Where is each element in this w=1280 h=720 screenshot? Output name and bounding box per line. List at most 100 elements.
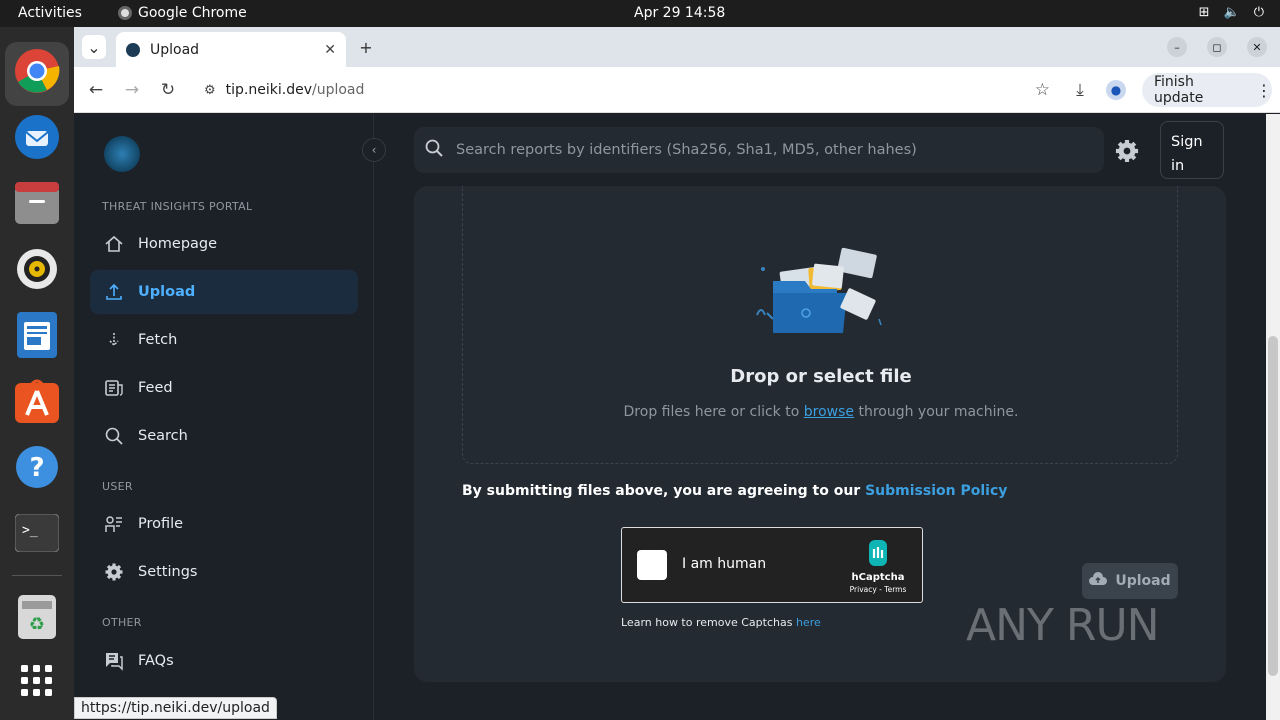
app-center-icon[interactable] [13, 377, 61, 425]
power-icon: ⏻ [1253, 5, 1264, 20]
reload-icon: ↻ [160, 80, 176, 100]
agreement-label: By submitting files above, you are agree… [462, 483, 866, 499]
hcaptcha-logo-icon [869, 540, 887, 566]
section-other: OTHER [102, 616, 142, 629]
svg-text:♻: ♻ [29, 614, 45, 635]
close-icon: ✕ [1252, 40, 1262, 54]
browser-toolbar: ← → ↻ ⚙ tip.neiki.dev/upload ☆ ⤓ ● Finis… [74, 67, 1280, 113]
finish-update-label: Finish update [1154, 74, 1204, 106]
dropzone-hint-text: Drop files here or click to [623, 404, 804, 420]
profile-button[interactable]: ● [1104, 78, 1128, 102]
page-scrollbar[interactable] [1266, 114, 1280, 720]
captcha-help-link[interactable]: here [796, 616, 821, 629]
minimize-icon: – [1174, 40, 1180, 54]
show-apps-icon[interactable] [13, 657, 61, 705]
sidebar-item-fetch[interactable]: Fetch [90, 318, 358, 362]
downloads-button[interactable]: ⤓ [1068, 78, 1092, 102]
watermark: ANY RUN [966, 600, 1160, 651]
sidebar-item-search[interactable]: Search [90, 414, 358, 458]
profile-icon [104, 514, 124, 534]
arrow-left-icon: ← [88, 80, 104, 100]
url-host: tip.neiki.dev [225, 82, 312, 98]
captcha-checkbox[interactable] [637, 550, 667, 580]
tab-search-button[interactable]: ⌄ [82, 35, 106, 59]
system-tray[interactable]: ⊞ 🔈 ⏻ [1199, 5, 1264, 20]
sidebar-item-label: Settings [138, 564, 198, 580]
sidebar-item-homepage[interactable]: Homepage [90, 222, 358, 266]
upload-button[interactable]: Upload [1082, 563, 1178, 599]
cloud-upload-icon [1089, 572, 1108, 590]
status-bar-url: https://tip.neiki.dev/upload [74, 697, 277, 719]
feed-icon [104, 378, 124, 398]
forward-button[interactable]: → [120, 78, 144, 102]
gear-icon [104, 562, 124, 582]
section-portal: THREAT INSIGHTS PORTAL [102, 200, 253, 213]
sidebar-item-profile[interactable]: Profile [90, 502, 358, 546]
hcaptcha-terms[interactable]: Privacy - Terms [846, 585, 910, 594]
sidebar-item-label: Profile [138, 516, 184, 532]
hcaptcha-widget: I am human hCaptcha Privacy - Terms [621, 527, 923, 603]
terminal-icon[interactable]: >_ [13, 509, 61, 557]
submission-policy-link[interactable]: Submission Policy [865, 483, 1007, 499]
close-window-button[interactable]: ✕ [1247, 37, 1267, 57]
minimize-button[interactable]: – [1167, 37, 1187, 57]
sidebar-item-label: Feed [138, 380, 173, 396]
sign-in-button[interactable]: Sign in [1160, 121, 1224, 179]
avatar-icon: ● [1106, 80, 1126, 100]
files-icon[interactable] [13, 179, 61, 227]
maximize-button[interactable]: ◻ [1207, 37, 1227, 57]
chrome-icon[interactable] [13, 47, 61, 95]
tab-upload[interactable]: Upload ✕ [116, 32, 346, 67]
sidebar-item-settings[interactable]: Settings [90, 550, 358, 594]
finish-update-button[interactable]: Finish update ⋮ [1142, 73, 1272, 107]
url-path: /upload [311, 82, 365, 98]
network-icon: ⊞ [1198, 5, 1210, 20]
sidebar-item-upload[interactable]: Upload [90, 270, 358, 314]
site-info-icon[interactable]: ⚙ [204, 83, 216, 98]
svg-text:>_: >_ [22, 523, 38, 538]
download-icon: ⤓ [1076, 80, 1084, 100]
scrollbar-thumb[interactable] [1268, 336, 1278, 676]
settings-gear-button[interactable] [1114, 138, 1140, 168]
system-top-bar: Activities Google Chrome Apr 29 14:58 ⊞ … [0, 0, 1280, 27]
rhythmbox-icon[interactable] [13, 245, 61, 293]
svg-text:?: ? [29, 453, 44, 483]
writer-icon[interactable] [13, 311, 61, 359]
faq-icon [104, 651, 124, 671]
search-placeholder: Search reports by identifiers (Sha256, S… [456, 142, 917, 158]
dropzone-title: Drop or select file [730, 366, 912, 387]
volume-icon: 🔈 [1223, 5, 1240, 20]
sidebar-item-faqs[interactable]: FAQs [90, 639, 358, 683]
hcaptcha-brand: hCaptcha Privacy - Terms [846, 540, 910, 594]
app-name: Google Chrome [138, 5, 247, 21]
file-dropzone[interactable]: Drop or select file Drop files here or c… [462, 186, 1178, 464]
back-button[interactable]: ← [84, 78, 108, 102]
help-icon[interactable]: ? [13, 443, 61, 491]
download-icon [104, 330, 124, 350]
tab-strip: ⌄ Upload ✕ + – ◻ ✕ [74, 27, 1280, 67]
clock[interactable]: Apr 29 14:58 [634, 5, 725, 21]
site-logo[interactable] [104, 136, 140, 172]
more-vert-icon: ⋮ [1256, 80, 1272, 100]
thunderbird-icon[interactable] [13, 113, 61, 161]
app-menu[interactable]: Google Chrome [118, 5, 247, 21]
browse-link[interactable]: browse [804, 404, 854, 420]
search-icon [424, 138, 444, 162]
tab-title: Upload [150, 41, 200, 58]
sign-in-label-line1: Sign [1171, 134, 1203, 150]
activities-button[interactable]: Activities [18, 5, 82, 21]
reload-button[interactable]: ↻ [156, 78, 180, 102]
star-icon[interactable]: ☆ [1035, 80, 1050, 100]
captcha-help-label: Learn how to remove Captchas [621, 616, 796, 629]
search-icon [104, 426, 124, 446]
report-search-input[interactable]: Search reports by identifiers (Sha256, S… [414, 127, 1104, 173]
site-favicon [126, 42, 140, 57]
address-bar[interactable]: ⚙ tip.neiki.dev/upload ☆ [194, 73, 1064, 107]
sidebar-item-feed[interactable]: Feed [90, 366, 358, 410]
tab-close-icon[interactable]: ✕ [324, 42, 336, 58]
trash-icon[interactable]: ♻ [13, 593, 61, 641]
plus-icon: + [359, 37, 373, 57]
sign-in-label-line2: in [1171, 158, 1185, 174]
sidebar-item-label: Upload [138, 284, 196, 300]
new-tab-button[interactable]: + [354, 35, 378, 59]
